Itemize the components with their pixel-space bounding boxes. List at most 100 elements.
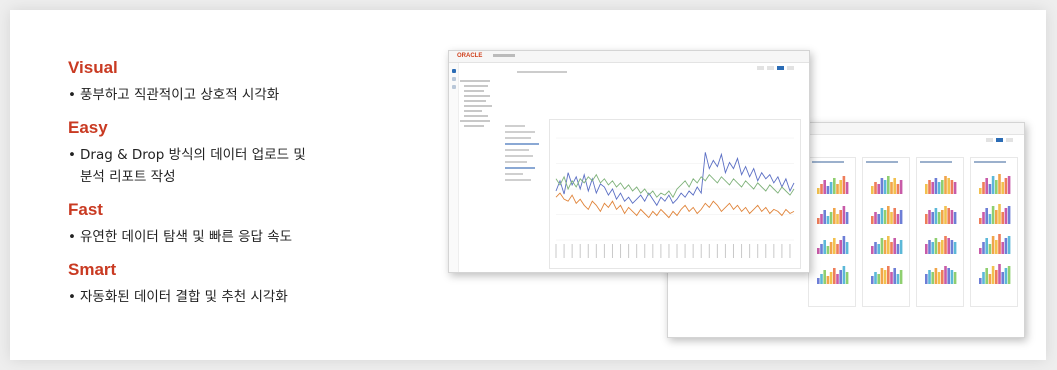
bar <box>817 278 820 284</box>
x-tick-label <box>587 244 589 258</box>
bar <box>928 210 931 224</box>
bar <box>979 218 982 224</box>
bar <box>883 270 887 284</box>
bar <box>979 278 982 284</box>
bar <box>899 210 903 224</box>
bar <box>925 214 928 224</box>
x-tick-label <box>781 244 783 258</box>
bar <box>823 210 826 224</box>
bar-chart-panel <box>970 157 1018 307</box>
bar <box>823 270 826 284</box>
bullet-icon: • <box>68 87 76 103</box>
bar <box>950 240 954 254</box>
toolbar-button <box>787 66 794 70</box>
bullet-icon: • <box>68 229 76 245</box>
bar <box>928 180 931 194</box>
bar <box>979 188 982 194</box>
feature-description: • Drag & Drop 방식의 데이터 업로드 및 분석 리포트 작성 <box>68 144 398 188</box>
x-tick-label <box>660 244 662 258</box>
dashboard-screenshot-lines: ORACLE <box>448 50 810 273</box>
bar <box>1004 238 1008 254</box>
bar <box>845 272 849 284</box>
panel-title <box>866 161 898 163</box>
bar <box>982 242 985 254</box>
bar <box>826 186 830 194</box>
bar <box>899 180 903 194</box>
bar <box>947 178 950 194</box>
bar <box>839 210 842 224</box>
bar <box>991 176 995 194</box>
bar <box>925 244 928 254</box>
oracle-logo: ORACLE <box>457 53 483 59</box>
bar <box>871 216 874 224</box>
bar <box>934 238 938 254</box>
bar <box>883 240 887 254</box>
bar-chart-panel <box>916 157 964 307</box>
x-tick-label <box>692 244 694 258</box>
x-tick-label <box>724 244 726 258</box>
bar <box>896 244 900 254</box>
bar-chart-panel <box>808 157 856 307</box>
bar <box>995 240 998 254</box>
bar <box>839 240 842 254</box>
bar <box>880 268 884 284</box>
bar <box>899 270 903 284</box>
bar <box>829 212 833 224</box>
series-line-3 <box>555 192 795 219</box>
series-line-2 <box>555 173 795 199</box>
x-tick-label <box>716 244 718 258</box>
bar <box>826 246 830 254</box>
slide-card: Visual • 풍부하고 직관적이고 상호적 시각화 Easy • Drag & … <box>10 10 1046 360</box>
bar <box>836 274 839 284</box>
feature-description: • 자동화된 데이터 결합 및 추천 시각화 <box>68 286 398 308</box>
left-rail <box>449 63 459 272</box>
bar <box>982 182 985 194</box>
x-tick-label <box>684 244 686 258</box>
x-tick-label <box>636 244 638 258</box>
bar <box>839 180 842 194</box>
bar <box>931 212 934 224</box>
bar <box>842 236 846 254</box>
bar <box>836 214 839 224</box>
feature-title: Fast <box>68 200 103 219</box>
feature-desc-text: 유연한 데이터 탐색 및 빠른 응답 속도 <box>80 229 293 245</box>
bar <box>883 180 887 194</box>
bar <box>845 182 849 194</box>
toolbar-button <box>767 66 774 70</box>
bar <box>829 242 833 254</box>
bar <box>937 212 941 224</box>
bar <box>947 208 950 224</box>
bar <box>988 184 992 194</box>
bar <box>893 268 896 284</box>
bar <box>1001 182 1004 194</box>
bar <box>934 268 938 284</box>
x-tick-label <box>652 244 654 258</box>
bar <box>839 270 842 284</box>
bar <box>944 236 947 254</box>
bar <box>941 240 944 254</box>
bar <box>890 182 893 194</box>
x-tick-label <box>773 244 775 258</box>
bar <box>995 180 998 194</box>
bar <box>928 270 931 284</box>
bar <box>934 178 938 194</box>
x-tick-label <box>620 244 622 258</box>
bar <box>833 238 836 254</box>
bar <box>887 206 890 224</box>
bar <box>833 178 836 194</box>
bar <box>925 274 928 284</box>
x-tick-label <box>603 244 605 258</box>
x-tick-label <box>757 244 759 258</box>
bar <box>991 206 995 224</box>
bar <box>950 180 954 194</box>
bullet-icon: • <box>68 147 76 163</box>
bar <box>937 272 941 284</box>
feature-fast: Fast • 유연한 데이터 탐색 및 빠른 응답 속도 <box>68 200 398 248</box>
analytics-icon <box>452 85 456 89</box>
bar <box>925 184 928 194</box>
feature-desc-text: Drag & Drop 방식의 데이터 업로드 및 분석 리포트 작성 <box>80 147 306 185</box>
bar <box>944 206 947 224</box>
bar <box>874 212 877 224</box>
bar <box>877 214 880 224</box>
bar <box>1001 212 1004 224</box>
